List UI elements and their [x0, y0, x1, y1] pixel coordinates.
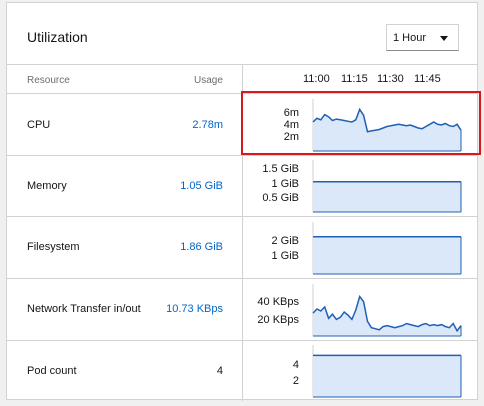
table-row-pod-count: Pod count 4 4 2 — [7, 341, 477, 401]
usage-column-header: Usage — [194, 75, 223, 86]
caret-down-icon — [440, 36, 448, 41]
filesystem-sparkline — [312, 222, 462, 275]
time-range-select[interactable]: 1 Hour — [386, 24, 459, 51]
network-usage-link[interactable]: 10.73 KBps — [166, 303, 223, 315]
time-tick-label: 11:15 — [341, 73, 368, 85]
row-name: Filesystem — [27, 241, 80, 253]
y-tick-label: 1 GiB — [271, 178, 299, 190]
utilization-card: Utilization 1 Hour Resource Usage 11:00 … — [6, 2, 478, 401]
time-range-value: 1 Hour — [393, 32, 427, 44]
pod-count-sparkline — [312, 345, 462, 398]
table-row-cpu: CPU 2.78m 6m 4m 2m — [7, 94, 477, 156]
cpu-usage-link[interactable]: 2.78m — [192, 119, 223, 131]
y-tick-label: 2 GiB — [271, 235, 299, 247]
memory-usage-link[interactable]: 1.05 GiB — [180, 180, 223, 192]
series-area — [313, 109, 461, 151]
table-row-memory: Memory 1.05 GiB 1.5 GiB 1 GiB 0.5 GiB — [7, 156, 477, 217]
series-area — [313, 236, 461, 274]
time-tick-label: 11:00 — [303, 73, 330, 85]
y-tick-label: 4 — [292, 359, 299, 371]
table-row-filesystem: Filesystem 1.86 GiB 2 GiB 1 GiB — [7, 217, 477, 279]
series-area — [313, 296, 461, 336]
row-name: CPU — [27, 119, 51, 131]
time-tick-label: 11:30 — [377, 73, 404, 85]
y-tick-label: 6m — [283, 107, 299, 119]
y-tick-label: 1 GiB — [271, 250, 299, 262]
network-sparkline — [312, 284, 462, 337]
table-row-network: Network Transfer in/out 10.73 KBps 40 KB… — [7, 279, 477, 341]
y-tick-label: 4m — [283, 119, 299, 131]
memory-sparkline — [312, 160, 462, 213]
y-tick-label: 2 — [292, 375, 299, 387]
y-tick-label: 40 KBps — [257, 296, 299, 308]
row-name: Network Transfer in/out — [27, 303, 141, 315]
series-area — [313, 355, 461, 397]
resource-column-header: Resource — [27, 75, 70, 86]
time-tick-label: 11:45 — [414, 73, 441, 85]
y-tick-label: 20 KBps — [257, 314, 299, 326]
cpu-sparkline — [312, 99, 462, 152]
series-area — [313, 181, 461, 212]
y-tick-label: 0.5 GiB — [262, 192, 299, 204]
y-tick-label: 2m — [283, 131, 299, 143]
row-name: Pod count — [27, 365, 77, 377]
filesystem-usage-link[interactable]: 1.86 GiB — [180, 241, 223, 253]
row-name: Memory — [27, 180, 67, 192]
pod-count-value: 4 — [216, 365, 223, 377]
y-tick-label: 1.5 GiB — [262, 163, 299, 175]
card-title: Utilization — [27, 29, 88, 45]
